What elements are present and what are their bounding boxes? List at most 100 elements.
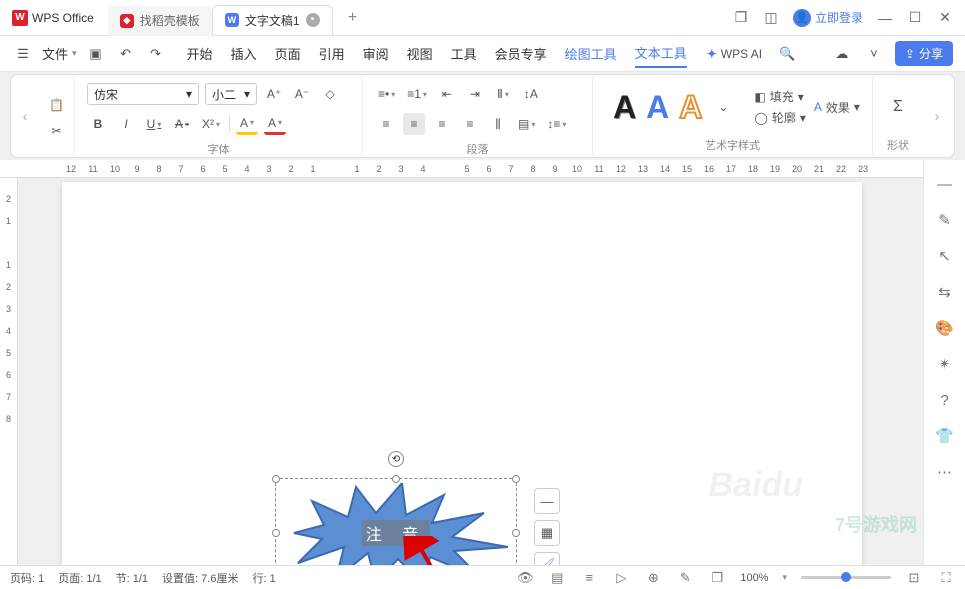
menu-page[interactable]: 页面 bbox=[275, 40, 301, 67]
dedent-button[interactable]: ⇤ bbox=[436, 83, 458, 105]
clear-format-icon[interactable]: ◇ bbox=[319, 83, 341, 105]
file-menu[interactable]: 文件 ▾ bbox=[42, 44, 77, 63]
menu-member[interactable]: 会员专享 bbox=[495, 40, 547, 67]
bold-button[interactable]: B bbox=[87, 113, 109, 135]
shrink-font-icon[interactable]: A⁻ bbox=[291, 83, 313, 105]
wordart-style-1[interactable]: A bbox=[613, 89, 636, 126]
cube-icon[interactable]: ◫ bbox=[763, 10, 779, 26]
distribute-button[interactable]: ⫼ bbox=[487, 113, 509, 135]
horizontal-ruler[interactable]: 1211109876543211234567891011121314151617… bbox=[0, 160, 923, 178]
cloud-icon[interactable]: ☁ bbox=[831, 43, 853, 65]
grow-font-icon[interactable]: A⁺ bbox=[263, 83, 285, 105]
align-right-button[interactable]: ≡ bbox=[431, 113, 453, 135]
highlight-button[interactable]: A▾ bbox=[236, 113, 258, 135]
fullscreen-icon[interactable]: ⛶ bbox=[937, 569, 955, 587]
resize-handle-tl[interactable] bbox=[272, 475, 280, 483]
ribbon-scroll-right[interactable]: › bbox=[923, 75, 951, 157]
superscript-button[interactable]: X²▾ bbox=[199, 113, 223, 135]
columns-button[interactable]: ▤▾ bbox=[515, 113, 538, 135]
status-line[interactable]: 行: 1 bbox=[252, 570, 275, 586]
window-mode-icon[interactable]: ❐ bbox=[733, 10, 749, 26]
status-page[interactable]: 页面: 1/1 bbox=[58, 570, 101, 586]
menu-review[interactable]: 审阅 bbox=[363, 40, 389, 67]
wordart-style-3[interactable]: A bbox=[679, 89, 702, 126]
shape-text[interactable]: 注 音 bbox=[362, 520, 430, 546]
side-palette-icon[interactable]: 🎨 bbox=[935, 318, 955, 338]
view-web-icon[interactable]: ⊕ bbox=[644, 569, 662, 587]
status-page-no[interactable]: 页码: 1 bbox=[10, 570, 44, 586]
menu-insert[interactable]: 插入 bbox=[231, 40, 257, 67]
status-setval[interactable]: 设置值: 7.6厘米 bbox=[162, 570, 238, 586]
side-help-icon[interactable]: ? bbox=[935, 390, 955, 410]
rotation-handle[interactable]: ⟲ bbox=[388, 451, 404, 467]
align-center-button[interactable]: ≡ bbox=[403, 113, 425, 135]
numbering-button[interactable]: ≡1▾ bbox=[404, 83, 430, 105]
resize-handle-tr[interactable] bbox=[512, 475, 520, 483]
line-spacing-button[interactable]: ↕≡▾ bbox=[544, 113, 569, 135]
menu-text-tools[interactable]: 文本工具 bbox=[635, 39, 687, 68]
side-pencil-icon[interactable]: ✎ bbox=[935, 210, 955, 230]
view-outline-icon[interactable]: ≡ bbox=[580, 569, 598, 587]
text-fill-button[interactable]: ◧填充▾ bbox=[754, 88, 805, 105]
view-edit-icon[interactable]: ✎ bbox=[676, 569, 694, 587]
tab-dirty-indicator[interactable]: • bbox=[306, 13, 320, 27]
text-outline-button[interactable]: ◯轮廓▾ bbox=[754, 109, 805, 126]
vertical-ruler[interactable]: 2112345678 bbox=[0, 178, 18, 565]
side-more-icon[interactable]: ⋯ bbox=[935, 462, 955, 482]
bullets-button[interactable]: ≡•▾ bbox=[375, 83, 398, 105]
collapse-ribbon-icon[interactable]: ˅ bbox=[863, 43, 885, 65]
document-area[interactable]: 1211109876543211234567891011121314151617… bbox=[0, 160, 923, 565]
indent-button[interactable]: ⇥ bbox=[464, 83, 486, 105]
ribbon-scroll-left[interactable]: ‹ bbox=[11, 75, 39, 157]
collapse-tool-icon[interactable]: — bbox=[534, 488, 560, 514]
side-skin-icon[interactable]: 👕 bbox=[935, 426, 955, 446]
side-tools-icon[interactable]: ✴ bbox=[935, 354, 955, 374]
status-section[interactable]: 节: 1/1 bbox=[116, 570, 148, 586]
save-icon[interactable]: ▣ bbox=[85, 43, 107, 65]
font-color-button[interactable]: A▾ bbox=[264, 113, 286, 135]
sort-button[interactable]: ↕A bbox=[520, 83, 542, 105]
text-direction-button[interactable]: Ⅱ▾ bbox=[492, 83, 514, 105]
redo-icon[interactable]: ↷ bbox=[145, 43, 167, 65]
menu-view[interactable]: 视图 bbox=[407, 40, 433, 67]
shape-selection-box[interactable]: ⟲ 注 音 bbox=[275, 478, 517, 565]
resize-handle-mr[interactable] bbox=[512, 529, 520, 537]
wordart-gallery[interactable]: A A A ⌄ bbox=[605, 85, 742, 130]
wordart-style-2[interactable]: A bbox=[646, 89, 669, 126]
view-page-icon[interactable]: ▤ bbox=[548, 569, 566, 587]
undo-icon[interactable]: ↶ bbox=[115, 43, 137, 65]
minimize-icon[interactable]: — bbox=[877, 10, 893, 26]
view-layers-icon[interactable]: ❐ bbox=[708, 569, 726, 587]
zoom-thumb[interactable] bbox=[841, 572, 851, 582]
zoom-slider[interactable] bbox=[801, 576, 891, 579]
close-icon[interactable]: ✕ bbox=[937, 10, 953, 26]
italic-button[interactable]: I bbox=[115, 113, 137, 135]
font-size-select[interactable]: 小二▾ bbox=[205, 83, 257, 105]
paste-icon[interactable]: 📋 bbox=[46, 94, 68, 116]
resize-handle-tm[interactable] bbox=[392, 475, 400, 483]
tab-templates[interactable]: ◆ 找稻壳模板 bbox=[108, 6, 212, 36]
underline-button[interactable]: U▾ bbox=[143, 113, 165, 135]
maximize-icon[interactable]: ☐ bbox=[907, 10, 923, 26]
menu-start[interactable]: 开始 bbox=[187, 40, 213, 67]
menu-drawing-tools[interactable]: 绘图工具 bbox=[565, 40, 617, 67]
formula-icon[interactable]: Σ bbox=[887, 96, 909, 118]
align-left-button[interactable]: ≡ bbox=[375, 113, 397, 135]
cut-icon[interactable]: ✂ bbox=[46, 120, 68, 142]
login-button[interactable]: 👤 立即登录 bbox=[793, 9, 863, 27]
view-play-icon[interactable]: ▷ bbox=[612, 569, 630, 587]
side-select-icon[interactable]: ↖ bbox=[935, 246, 955, 266]
text-effects-button[interactable]: A效果▾ bbox=[814, 99, 860, 116]
tab-add-button[interactable]: + bbox=[341, 6, 365, 30]
font-name-select[interactable]: 仿宋▾ bbox=[87, 83, 199, 105]
fit-width-icon[interactable]: ⊡ bbox=[905, 569, 923, 587]
menu-reference[interactable]: 引用 bbox=[319, 40, 345, 67]
side-flow-icon[interactable]: ⇆ bbox=[935, 282, 955, 302]
tab-document-active[interactable]: W 文字文稿1 • bbox=[212, 5, 333, 35]
wrap-text-tool-icon[interactable]: ▦ bbox=[534, 520, 560, 546]
hamburger-icon[interactable]: ☰ bbox=[12, 43, 34, 65]
format-painter-tool-icon[interactable]: 🖌 bbox=[534, 552, 560, 565]
align-justify-button[interactable]: ≡ bbox=[459, 113, 481, 135]
side-collapse-icon[interactable]: — bbox=[935, 174, 955, 194]
zoom-value[interactable]: 100% bbox=[740, 572, 768, 584]
